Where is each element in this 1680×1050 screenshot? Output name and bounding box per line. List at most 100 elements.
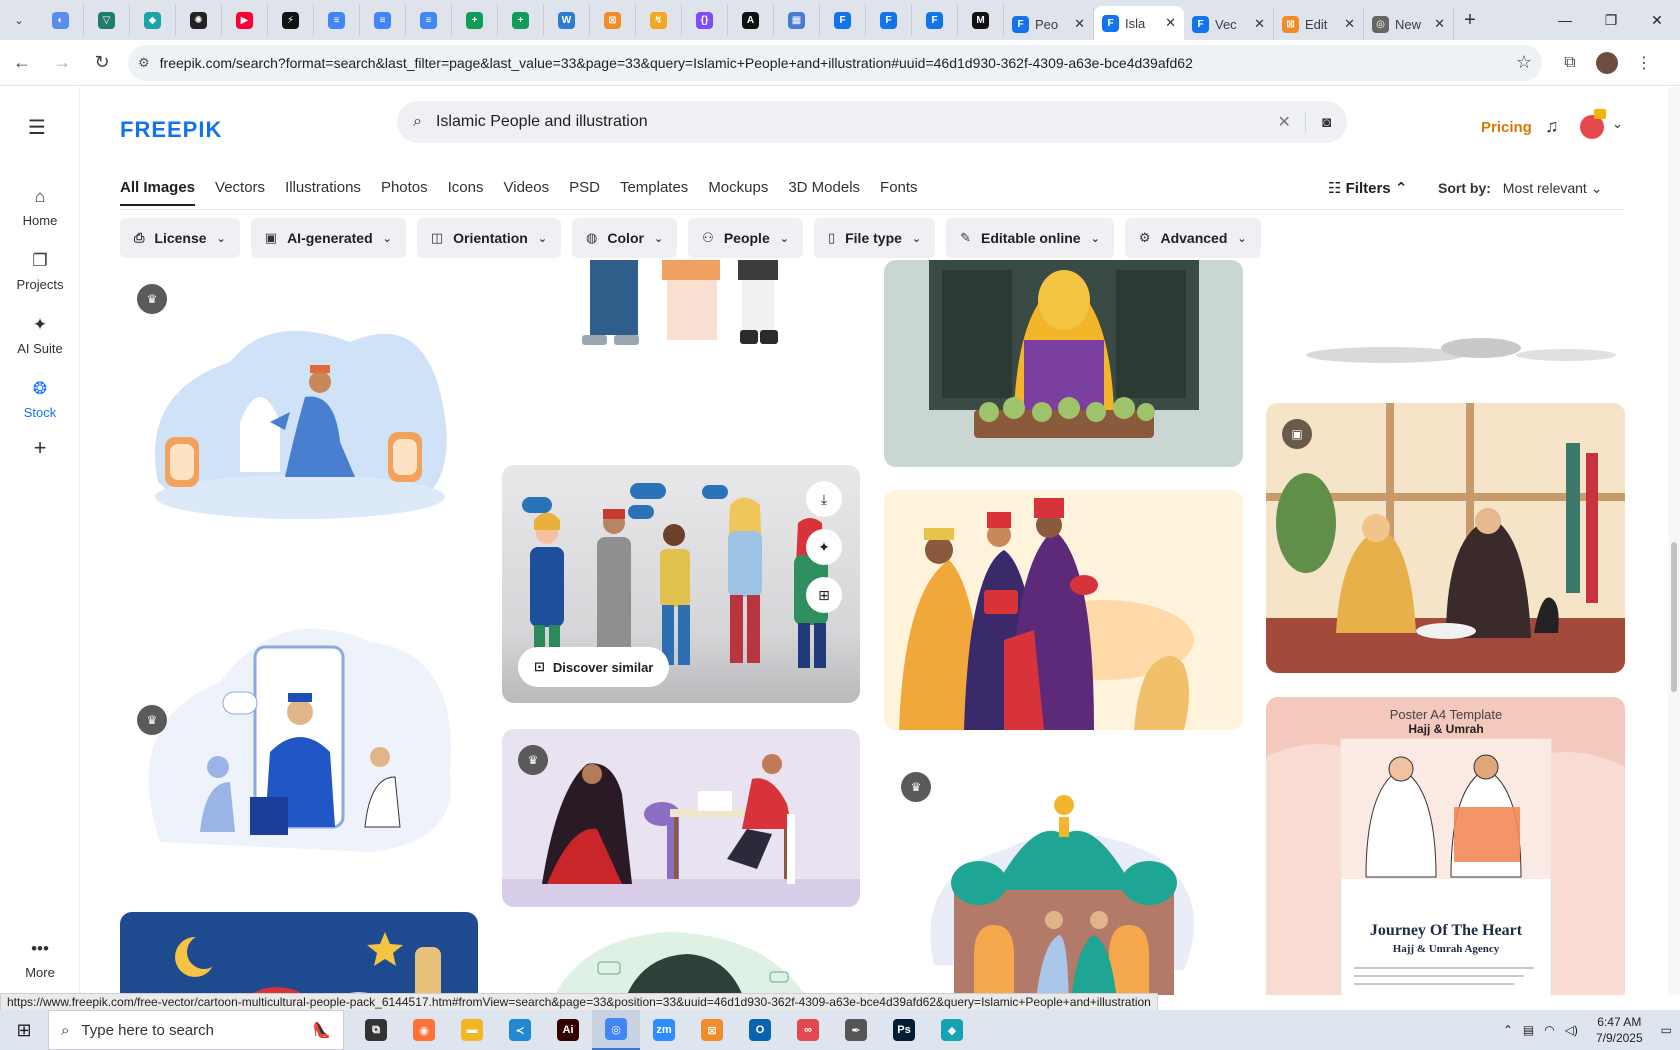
taskbar-app[interactable]: Ps — [880, 1010, 928, 1050]
image-card-woman-window[interactable] — [884, 260, 1243, 467]
pinned-tab[interactable]: ⚡ — [268, 4, 314, 36]
image-card-ramadan-dark-blue[interactable] — [120, 912, 478, 995]
pinned-tab[interactable]: ▦ — [774, 4, 820, 36]
rail-item-more[interactable]: ••• More — [0, 939, 80, 980]
tab-icons[interactable]: Icons — [448, 179, 484, 206]
download-icon[interactable]: ⤓ — [806, 481, 842, 517]
notifications-bell-icon[interactable]: ♫ — [1545, 116, 1559, 137]
pinned-tab[interactable]: ▽ — [84, 4, 130, 36]
search-icon[interactable]: ⌕ — [413, 113, 422, 131]
pinned-tab[interactable]: {} — [682, 4, 728, 36]
browser-tab[interactable]: F Vec ✕ — [1184, 8, 1274, 40]
taskbar-app[interactable]: ◎ — [592, 1010, 640, 1050]
reload-icon[interactable]: ↻ — [84, 45, 120, 81]
url-text[interactable]: freepik.com/search?format=search&last_fi… — [160, 55, 1516, 71]
image-card-clouds[interactable] — [1266, 260, 1625, 365]
hamburger-menu-icon[interactable]: ☰ — [28, 115, 46, 140]
tab-3d-models[interactable]: 3D Models — [788, 179, 860, 206]
tab-mockups[interactable]: Mockups — [708, 179, 768, 206]
taskbar-app[interactable]: ◆ — [928, 1010, 976, 1050]
save-to-folder-icon[interactable]: ⊞ — [806, 577, 842, 613]
scrollbar-thumb[interactable] — [1671, 542, 1677, 692]
filter-chip-file-type[interactable]: ▯ File type ⌄ — [813, 218, 936, 258]
new-tab-button[interactable]: + — [1454, 4, 1486, 36]
taskbar-app[interactable]: zm — [640, 1010, 688, 1050]
rail-item-ai-suite[interactable]: ✦ AI Suite — [0, 315, 80, 356]
pinned-tab[interactable]: F — [820, 4, 866, 36]
browser-tab[interactable]: ◎ New ✕ — [1364, 8, 1454, 40]
pinned-tab[interactable]: M — [958, 4, 1004, 36]
filter-chip-color[interactable]: ◍ Color ⌄ — [572, 218, 678, 258]
filter-chip-people[interactable]: ⚇ People ⌄ — [688, 218, 803, 258]
taskbar-app[interactable]: ⧉ — [352, 1010, 400, 1050]
windows-start-icon[interactable]: ⊞ — [0, 1010, 48, 1050]
close-tab-icon[interactable]: ✕ — [1165, 15, 1176, 31]
notifications-icon[interactable]: ▭ — [1661, 1023, 1672, 1037]
tab-all-images[interactable]: All Images — [120, 179, 196, 206]
profile-avatar[interactable] — [1596, 51, 1618, 74]
pinned-tab[interactable]: ≡ — [406, 4, 452, 36]
tab-illustrations[interactable]: Illustrations — [285, 179, 361, 206]
rail-item-projects[interactable]: ❐ Projects — [0, 251, 80, 292]
pinned-tab[interactable]: W — [544, 4, 590, 36]
image-card-hajj-poster[interactable]: Poster A4 Template Hajj & Umrah Journey … — [1266, 697, 1625, 995]
discover-similar-button[interactable]: ⊡ Discover similar — [518, 647, 670, 687]
pinned-tab[interactable]: A — [728, 4, 774, 36]
clear-search-icon[interactable]: ✕ — [1264, 112, 1306, 132]
browser-menu-icon[interactable]: ⋮ — [1628, 47, 1660, 79]
pinned-tab[interactable]: + — [452, 4, 498, 36]
browser-tab[interactable]: F Isla ✕ — [1094, 6, 1184, 40]
clock[interactable]: 6:47 AM 7/9/2025 — [1596, 1014, 1643, 1046]
rail-item-stock[interactable]: ❂ Stock — [0, 379, 80, 420]
browser-tab[interactable]: F Peo ✕ — [1004, 8, 1094, 40]
tab-photos[interactable]: Photos — [381, 179, 428, 206]
pinned-tab[interactable]: ≡ — [360, 4, 406, 36]
close-tab-icon[interactable]: ✕ — [1074, 16, 1085, 32]
image-card-green-arch[interactable] — [502, 932, 860, 995]
chevron-up-icon[interactable]: ⌃ — [1503, 1023, 1513, 1037]
page-scrollbar[interactable] — [1668, 87, 1680, 995]
filter-chip-orientation[interactable]: ◫ Orientation ⌄ — [416, 218, 562, 258]
ai-edit-icon[interactable]: ✦ — [806, 529, 842, 565]
browser-tab[interactable]: ⊠ Edit ✕ — [1274, 8, 1364, 40]
taskbar-app[interactable]: ✒ — [832, 1010, 880, 1050]
image-card-tea-party[interactable]: ♛ — [502, 729, 860, 907]
tab-videos[interactable]: Videos — [504, 179, 550, 206]
close-tab-icon[interactable]: ✕ — [1254, 16, 1265, 32]
tab-templates[interactable]: Templates — [620, 179, 688, 206]
pinned-tab[interactable]: ◐ — [38, 4, 84, 36]
close-tab-icon[interactable]: ✕ — [1344, 16, 1355, 32]
add-icon[interactable]: + — [0, 435, 80, 461]
taskbar-app[interactable]: Ai — [544, 1010, 592, 1050]
network-icon[interactable]: ▤ — [1523, 1023, 1534, 1037]
search-input[interactable] — [435, 113, 1264, 131]
filter-chip-license[interactable]: ⎙ License ⌄ — [120, 218, 240, 258]
tab-search-icon[interactable]: ⌄ — [6, 7, 32, 33]
image-card-women-knitting[interactable]: ▣ — [1266, 403, 1625, 673]
pinned-tab[interactable]: ▶ — [222, 4, 268, 36]
volume-icon[interactable]: ◁) — [1565, 1023, 1578, 1037]
tab-psd[interactable]: PSD — [569, 179, 600, 206]
taskbar-app[interactable]: ≺ — [496, 1010, 544, 1050]
back-icon[interactable]: ← — [4, 45, 40, 81]
close-tab-icon[interactable]: ✕ — [1434, 16, 1445, 32]
pinned-tab[interactable]: F — [912, 4, 958, 36]
close-window-icon[interactable]: ✕ — [1634, 0, 1680, 40]
taskbar-app[interactable]: ∞ — [784, 1010, 832, 1050]
filter-chip-editable-online[interactable]: ✎ Editable online ⌄ — [946, 218, 1114, 258]
restore-icon[interactable]: ❐ — [1588, 0, 1634, 40]
rail-item-home[interactable]: ⌂ Home — [0, 187, 80, 228]
pinned-tab[interactable]: ✺ — [176, 4, 222, 36]
image-card-three-kings-camel[interactable] — [884, 490, 1243, 730]
address-bar[interactable]: ⚙ freepik.com/search?format=search&last_… — [128, 44, 1542, 81]
pricing-link[interactable]: Pricing — [1481, 119, 1532, 136]
chevron-down-icon[interactable]: ⌄ — [1612, 116, 1623, 132]
pinned-tab[interactable]: + — [498, 4, 544, 36]
taskbar-app[interactable]: O — [736, 1010, 784, 1050]
tab-fonts[interactable]: Fonts — [880, 179, 918, 206]
tab-vectors[interactable]: Vectors — [215, 179, 265, 206]
taskbar-app[interactable]: ▬ — [448, 1010, 496, 1050]
filter-chip-advanced[interactable]: ⚙ Advanced ⌄ — [1124, 218, 1261, 258]
sort-dropdown[interactable]: Sort by: Most relevant ⌄ — [1438, 180, 1602, 197]
pinned-tab[interactable]: ≡ — [314, 4, 360, 36]
